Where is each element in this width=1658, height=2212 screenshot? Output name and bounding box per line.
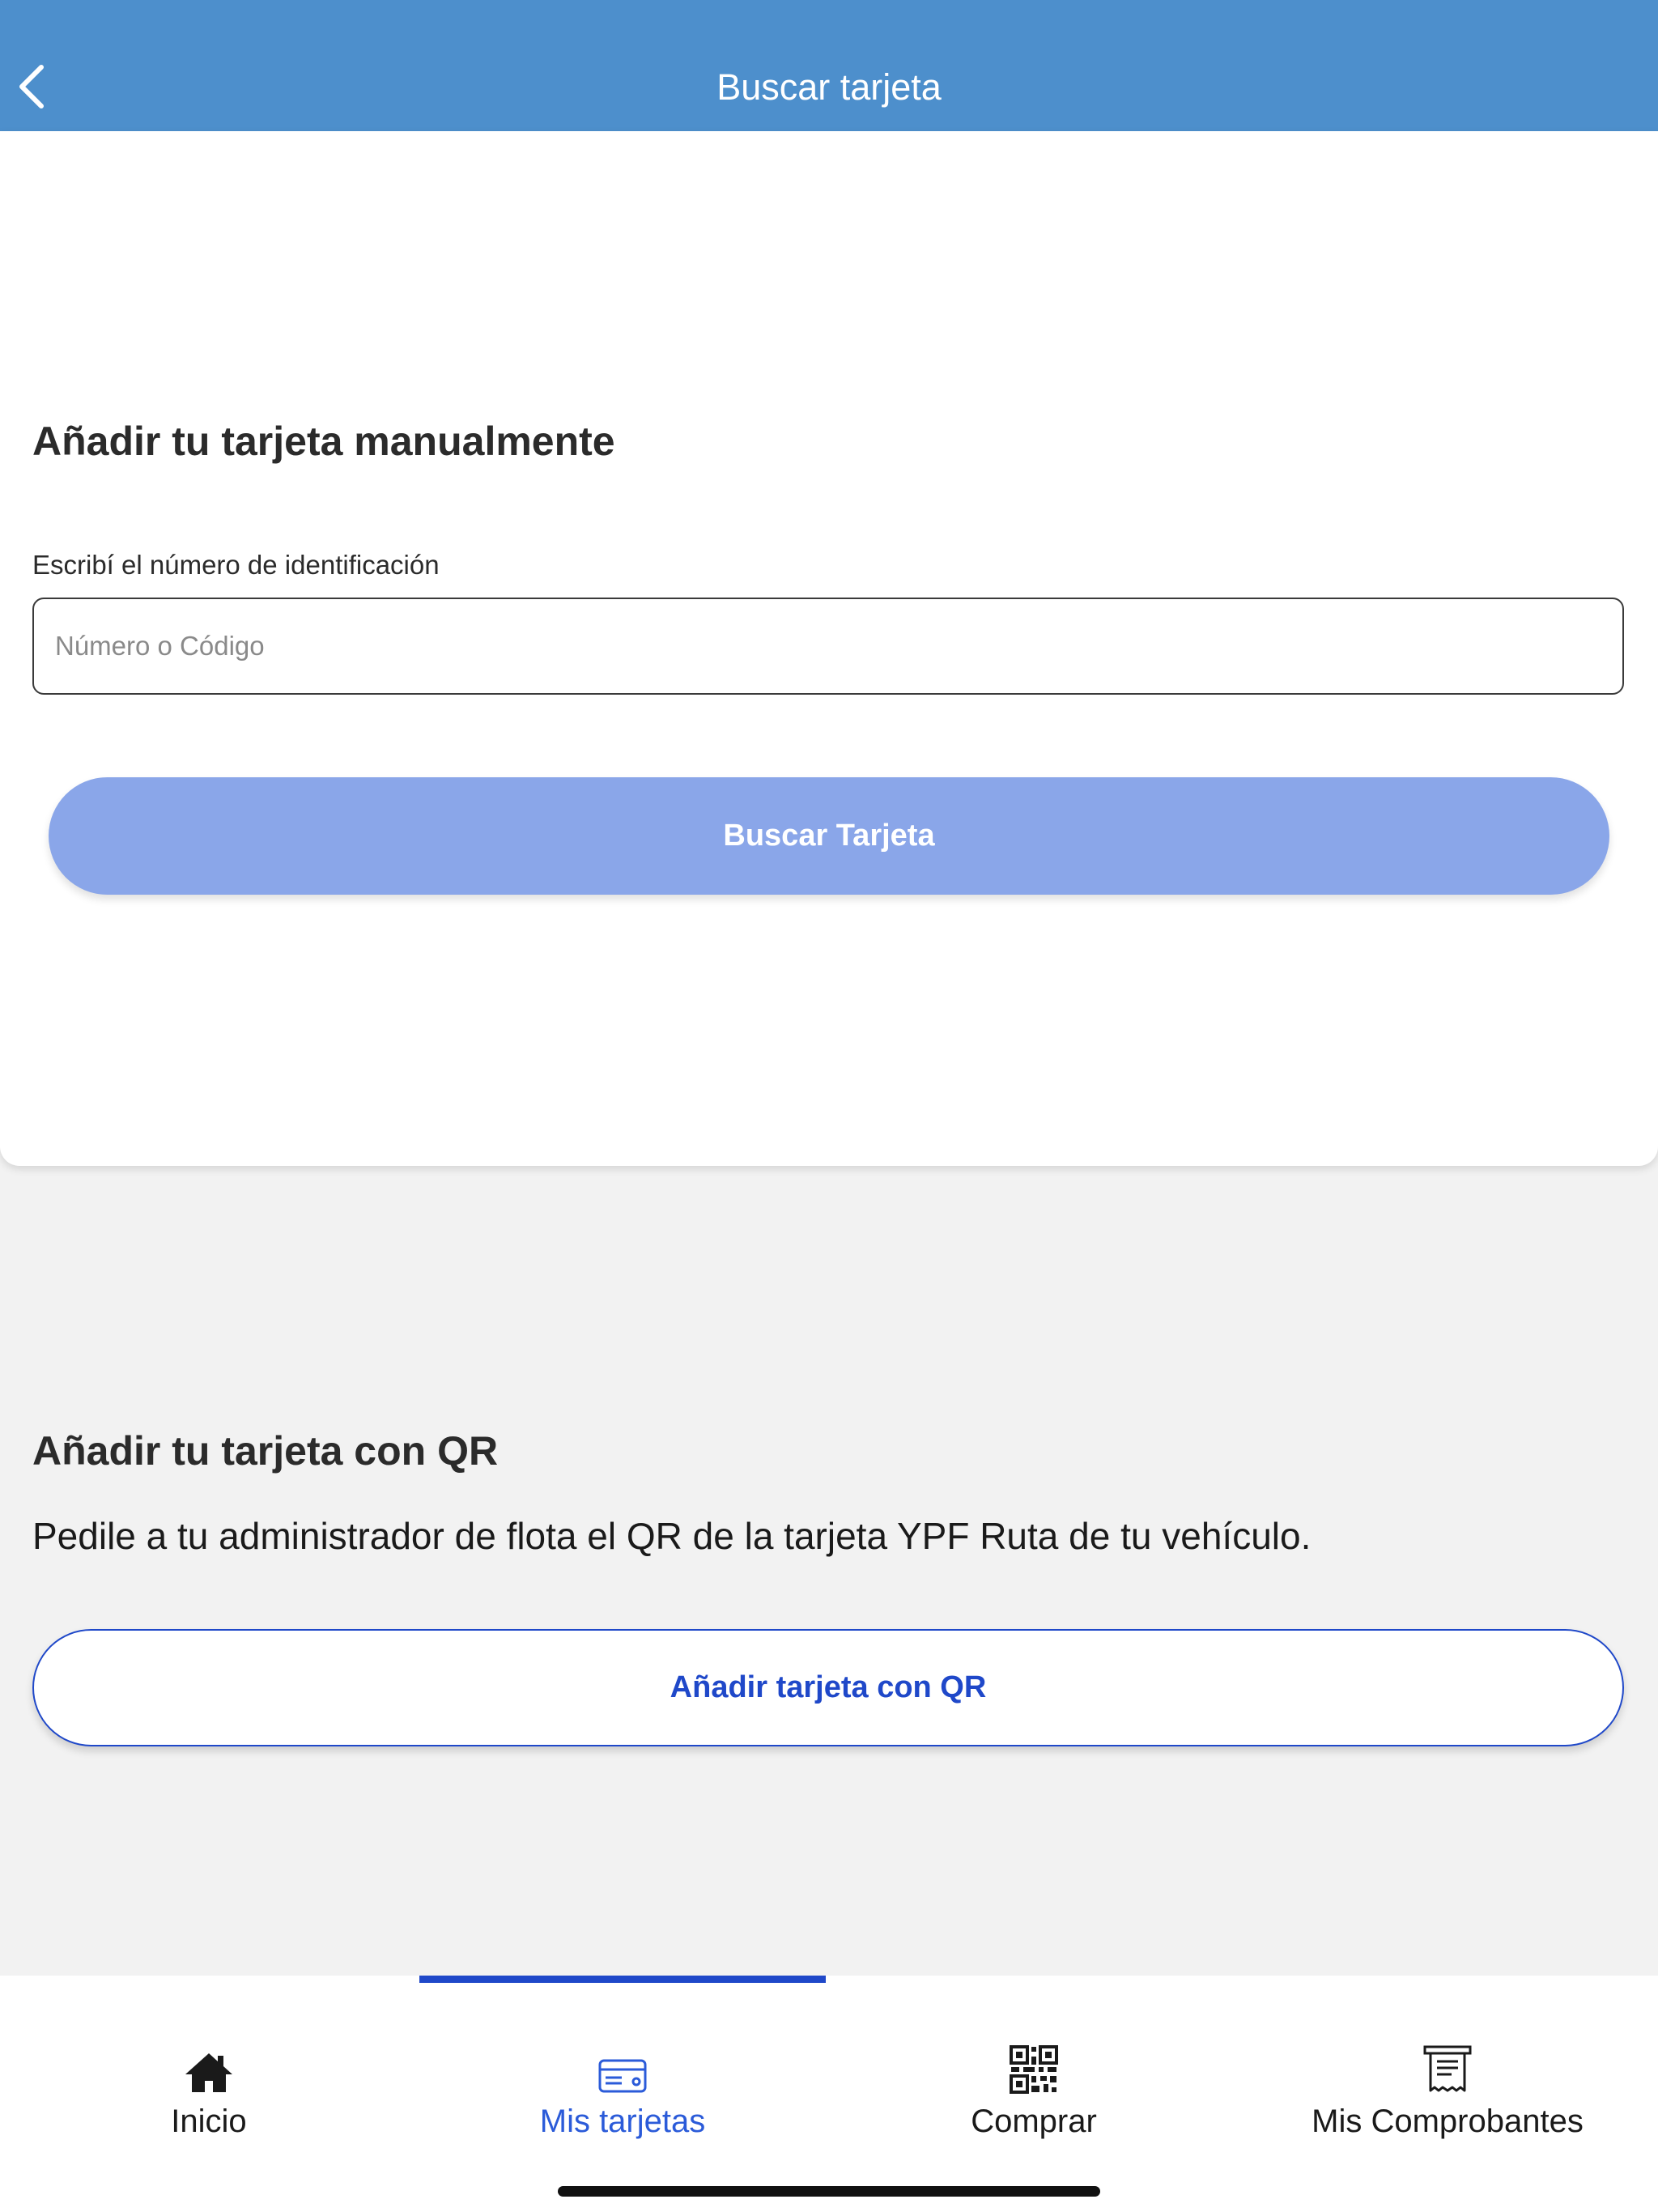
tab-mis-comprobantes[interactable]: Mis Comprobantes — [1241, 2040, 1654, 2154]
tab-comprar[interactable]: Comprar — [827, 2040, 1240, 2154]
home-indicator — [558, 2186, 1100, 2197]
active-tab-indicator — [419, 1976, 826, 1983]
tab-inicio-label: Inicio — [171, 2104, 247, 2139]
bottom-tab-bar: Inicio Mis tarjetas Comprar Mis Comproba… — [0, 1976, 1658, 2212]
add-card-qr-button[interactable]: Añadir tarjeta con QR — [32, 1629, 1624, 1746]
tab-inicio[interactable]: Inicio — [2, 2040, 415, 2154]
identification-field-label: Escribí el número de identificación — [32, 550, 440, 580]
receipt-icon — [1423, 2045, 1472, 2092]
add-card-qr-button-label: Añadir tarjeta con QR — [670, 1670, 987, 1704]
search-card-button-label: Buscar Tarjeta — [723, 819, 935, 853]
tab-mis-tarjetas[interactable]: Mis tarjetas — [416, 2040, 829, 2154]
credit-card-icon — [598, 2059, 647, 2093]
qr-section-description: Pedile a tu administrador de flota el QR… — [32, 1515, 1312, 1557]
top-navigation-bar: Buscar tarjeta — [0, 0, 1658, 131]
tab-mis-tarjetas-label: Mis tarjetas — [539, 2104, 706, 2139]
qr-section-title: Añadir tu tarjeta con QR — [32, 1428, 499, 1474]
qr-code-icon — [1010, 2045, 1058, 2094]
manual-section-title: Añadir tu tarjeta manualmente — [32, 419, 615, 464]
home-icon — [185, 2053, 232, 2092]
page-title: Buscar tarjeta — [716, 66, 942, 108]
tab-mis-comprobantes-label: Mis Comprobantes — [1312, 2104, 1584, 2139]
search-card-button[interactable]: Buscar Tarjeta — [49, 777, 1609, 895]
card-number-input[interactable] — [32, 598, 1624, 695]
tab-comprar-label: Comprar — [971, 2104, 1097, 2139]
